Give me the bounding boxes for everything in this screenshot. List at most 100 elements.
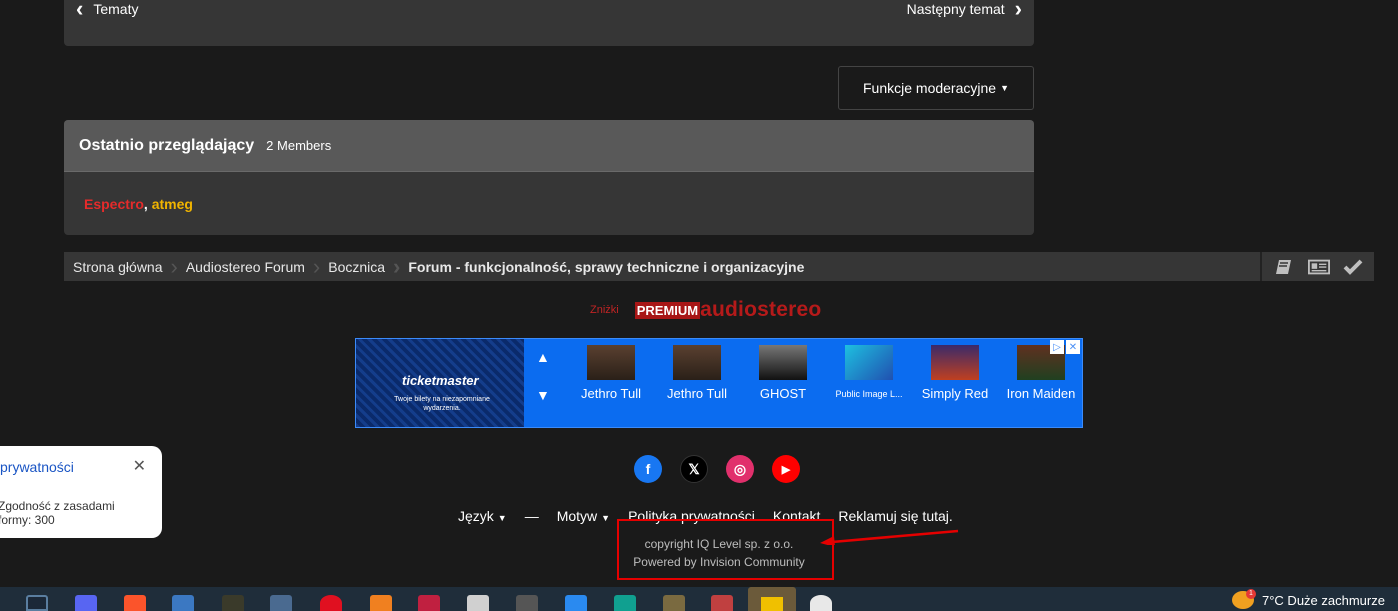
discord-icon[interactable] xyxy=(75,595,97,611)
breadcrumb-label: Bocznica xyxy=(328,258,386,275)
privacy-popup-line: Zgodność z zasadami xyxy=(0,499,115,513)
breadcrumb-tools xyxy=(1260,252,1374,281)
youtube-icon[interactable]: ▶ xyxy=(772,455,800,483)
privacy-popup-text: Zgodność z zasadami formy: 300 xyxy=(0,499,115,527)
ad-tile[interactable]: Simply Red xyxy=(912,345,998,402)
recent-viewers-title: Ostatnio przeglądający xyxy=(79,136,255,154)
weather-widget[interactable]: 1 7°C Duże zachmurze xyxy=(1232,589,1385,609)
annotation-arrow xyxy=(820,529,959,545)
weather-text: 7°C Duże zachmurze xyxy=(1262,592,1385,608)
check-icon[interactable] xyxy=(1342,258,1364,276)
recent-viewers-list: Espectro, atmeg xyxy=(64,172,1034,235)
breadcrumb-item[interactable]: › Forum - funkcjonalność, sprawy technicz… xyxy=(385,252,804,281)
premium-promo-banner[interactable]: Zniżki PREMIUM audiostereo xyxy=(590,298,821,322)
virtualbox-icon[interactable] xyxy=(172,595,194,611)
app-icon xyxy=(761,597,783,611)
ad-choices: ▷ ✕ xyxy=(1050,340,1080,354)
language-menu[interactable]: Język ▼ xyxy=(458,508,507,524)
app-icon[interactable] xyxy=(418,595,440,611)
app-icon[interactable] xyxy=(565,595,587,611)
brave-icon[interactable] xyxy=(124,595,146,611)
user-link[interactable]: atmeg xyxy=(152,196,193,212)
user-separator: , xyxy=(143,196,148,212)
user-link[interactable]: Espectro xyxy=(84,196,144,212)
facebook-icon[interactable]: f xyxy=(634,455,662,483)
advertisement-banner[interactable]: ticketmaster Twoje bilety na niezapomnia… xyxy=(355,338,1083,428)
steam-icon[interactable] xyxy=(26,595,48,611)
close-icon[interactable]: ✕ xyxy=(1066,340,1080,354)
next-topic-link[interactable]: Następny temat › xyxy=(907,0,1022,21)
breadcrumb: Strona główna › Audiostereo Forum › Boczni… xyxy=(64,252,1374,281)
ad-tile[interactable]: Public Image L... xyxy=(826,345,912,402)
breadcrumb-label: Strona główna xyxy=(73,258,163,275)
app-icon[interactable] xyxy=(370,595,392,611)
arduino-icon[interactable] xyxy=(614,595,636,611)
theme-menu[interactable]: Motyw ▼ xyxy=(557,508,610,524)
instagram-icon[interactable]: ◎ xyxy=(726,455,754,483)
ad-tile-label: Jethro Tull xyxy=(667,386,727,401)
theme-label: Motyw xyxy=(556,508,598,524)
privacy-popup-title[interactable]: prywatności xyxy=(0,459,74,475)
recent-viewers-panel: Ostatnio przeglądający 2 Members Espectr… xyxy=(64,120,1034,235)
app-icon[interactable] xyxy=(711,595,733,611)
app-icon[interactable] xyxy=(516,595,538,611)
app-icon[interactable] xyxy=(270,595,292,611)
ad-scroll-controls: ▲ ▼ xyxy=(536,349,550,403)
chevron-right-icon: › xyxy=(393,253,401,279)
arrow-up-icon[interactable]: ▲ xyxy=(536,349,550,365)
ad-tile[interactable]: Jethro Tull xyxy=(654,345,740,402)
adchoices-icon[interactable]: ▷ xyxy=(1050,340,1064,354)
language-label: Język xyxy=(458,508,494,524)
social-links: f 𝕏 ◎ ▶ xyxy=(634,455,800,483)
premium-badge: PREMIUM xyxy=(634,301,701,319)
prev-topic-label: Tematy xyxy=(93,1,139,17)
breadcrumb-label: Audiostereo Forum xyxy=(185,258,305,275)
chevron-right-icon: › xyxy=(170,253,178,279)
ad-tile-label: GHOST xyxy=(759,386,807,401)
app-icon[interactable] xyxy=(222,595,244,611)
ad-tile-label: Public Image L... xyxy=(835,389,903,399)
close-icon[interactable]: ✕ xyxy=(133,456,146,476)
newspaper-icon[interactable] xyxy=(1308,258,1330,276)
advertise-link[interactable]: Reklamuj się tutaj. xyxy=(838,508,952,524)
breadcrumb-item[interactable]: Strona główna xyxy=(64,252,163,281)
ad-tagline: Twoje bilety na niezapomniane wydarzenia… xyxy=(394,396,490,412)
moderation-label: Funkcje moderacyjne xyxy=(863,80,997,96)
ad-tile[interactable]: GHOST xyxy=(740,345,826,402)
privacy-popup-line: formy: 300 xyxy=(0,513,55,527)
footer-dash: — xyxy=(524,508,539,524)
x-icon[interactable]: 𝕏 xyxy=(680,455,708,483)
event-image xyxy=(931,345,979,380)
chrome-icon[interactable] xyxy=(810,595,832,611)
topic-navigation: ‹ Tematy Następny temat › xyxy=(64,0,1034,46)
ad-brand-panel[interactable]: ticketmaster Twoje bilety na niezapomnia… xyxy=(356,339,524,427)
ad-tile-label: Jethro Tull xyxy=(581,386,641,401)
chevron-right-icon: › xyxy=(1014,0,1022,21)
recent-viewers-header: Ostatnio przeglądający 2 Members xyxy=(64,120,1034,172)
prev-topic-link[interactable]: ‹ Tematy xyxy=(76,0,139,21)
chevron-left-icon: ‹ xyxy=(76,0,84,21)
arrow-down-icon[interactable]: ▼ xyxy=(536,387,550,403)
promo-brand: audiostereo xyxy=(700,298,822,321)
ad-brand: ticketmaster xyxy=(402,373,479,388)
ad-tiles: Jethro Tull Jethro Tull GHOST Public Ima… xyxy=(568,345,1084,402)
breadcrumb-item[interactable]: › Audiostereo Forum xyxy=(163,252,305,281)
event-image xyxy=(759,345,807,380)
chevron-right-icon: › xyxy=(312,253,321,279)
caret-down-icon: ▼ xyxy=(601,513,611,523)
breadcrumb-item[interactable]: › Bocznica xyxy=(305,252,385,281)
caret-down-icon: ▼ xyxy=(497,513,507,523)
breadcrumb-label: Forum - funkcjonalność, sprawy techniczn… xyxy=(408,258,805,275)
app-icon-active[interactable] xyxy=(748,587,796,611)
moderation-button[interactable]: Funkcje moderacyjne ▼ xyxy=(838,66,1034,110)
book-icon[interactable] xyxy=(1274,258,1296,276)
ad-tile-label: Iron Maiden xyxy=(1006,386,1076,401)
ad-tile[interactable]: Jethro Tull xyxy=(568,345,654,402)
privacy-popup: prywatności ✕ Zgodność z zasadami formy:… xyxy=(0,446,162,538)
caret-down-icon: ▼ xyxy=(1000,83,1009,93)
app-icon[interactable] xyxy=(467,595,489,611)
weather-icon: 1 xyxy=(1232,589,1256,609)
app-icon[interactable] xyxy=(663,595,685,611)
ad-tile-label: Simply Red xyxy=(921,386,989,401)
opera-icon[interactable] xyxy=(320,595,342,611)
